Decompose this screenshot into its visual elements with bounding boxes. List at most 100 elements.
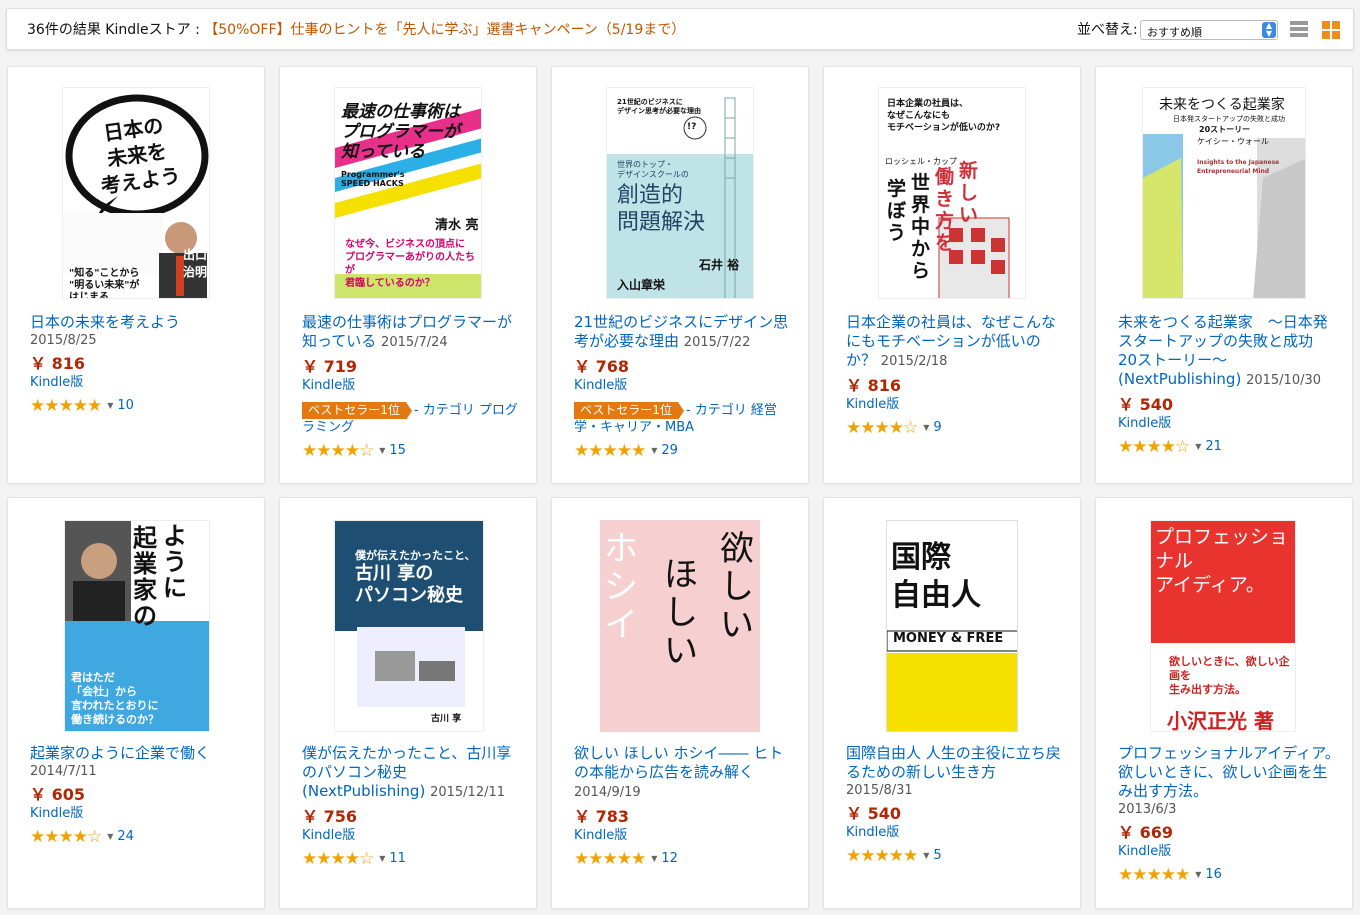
results-summary: 36件の結果 Kindleストア : 【50%OFF】仕事のヒントを「先人に学ぶ… [27,19,685,39]
chevron-down-icon[interactable]: ▼ [107,397,113,415]
publish-date: 2015/8/31 [846,783,913,798]
bestseller-badge[interactable]: ベストセラー1位 [302,402,412,420]
list-view-icon[interactable] [1290,21,1308,39]
review-count[interactable]: 29 [661,442,678,460]
review-count[interactable]: 15 [389,442,406,460]
price[interactable]: ￥ 816 [846,376,1070,396]
separator: : [195,22,200,38]
review-count[interactable]: 21 [1205,438,1222,456]
campaign-title[interactable]: 【50%OFF】仕事のヒントを「先人に学ぶ」選書キャンペーン（5/19まで） [204,22,685,38]
review-count[interactable]: 5 [933,847,941,865]
chevron-down-icon[interactable]: ▼ [379,442,385,460]
star-rating-icon[interactable]: ★★★★★ [846,847,918,865]
format-link[interactable]: Kindle版 [30,374,254,391]
chevron-down-icon[interactable]: ▼ [379,850,385,868]
star-rating-icon[interactable]: ★★★★☆ [846,419,918,437]
chevron-down-icon[interactable]: ▼ [1195,438,1201,456]
bestseller-badge[interactable]: ベストセラー1位 [574,402,684,420]
review-count[interactable]: 16 [1205,866,1222,884]
book-card[interactable]: 21世紀のビジネスに デザイン思考が必要な理由 !? 世界のトップ・ デザインスクー… [551,66,809,484]
publish-date: 2015/7/22 [683,335,751,350]
book-card[interactable]: 起業家の ように 君はただ 「会社」から 言われたとおりに 働き続けるのか？ 起業家の… [7,497,265,909]
star-rating-icon[interactable]: ★★★★☆ [302,442,374,460]
book-card[interactable]: 日本企業の社員は、 なぜこんなにも モチベーションが低いのか? ロッシェル・カップ … [823,66,1081,484]
review-count[interactable]: 24 [117,828,134,846]
publish-date: 2014/9/19 [574,785,641,800]
publish-date: 2015/2/18 [880,354,948,369]
publish-date: 2014/7/11 [30,764,97,779]
book-cover[interactable]: 21世紀のビジネスに デザイン思考が必要な理由 !? 世界のトップ・ デザインスクー… [606,87,754,299]
sort-value: おすすめ順 [1147,26,1202,39]
format-link[interactable]: Kindle版 [1118,415,1342,432]
price[interactable]: ￥ 768 [574,357,798,377]
price[interactable]: ￥ 719 [302,357,526,377]
book-card[interactable]: プロフェッショナル アイディア。 欲しいときに、欲しい企画を 生み出す方法。 小沢正… [1095,497,1353,909]
star-rating-icon[interactable]: ★★★★★ [574,442,646,460]
review-count[interactable]: 11 [389,850,406,868]
book-cover[interactable]: 日本の 未来を 考えよう 出口 治明 "知る"ことから "明るい未来"が はじまる [62,87,210,299]
book-title[interactable]: 日本の未来を考えよう [30,313,180,331]
book-cover[interactable]: 欲しい ほしい ホシイ [600,520,760,732]
book-title[interactable]: 起業家のように企業で働く [30,744,210,762]
format-link[interactable]: Kindle版 [1118,843,1342,860]
review-count[interactable]: 9 [933,419,941,437]
publish-date: 2015/10/30 [1246,373,1322,388]
chevron-down-icon[interactable]: ▼ [1195,866,1201,884]
book-cover[interactable]: 最速の仕事術は プログラマーが 知っている Programmer's SPEED HA… [334,87,482,299]
format-link[interactable]: Kindle版 [846,824,1070,841]
book-cover[interactable]: 国際 自由人 MONEY & FREE [886,520,1018,732]
grid-view-icon[interactable] [1322,21,1340,39]
star-rating-icon[interactable]: ★★★★★ [1118,866,1190,884]
star-rating-icon[interactable]: ★★★★☆ [1118,438,1190,456]
book-card[interactable]: 欲しい ほしい ホシイ 欲しい ほしい ホシイ―― ヒトの本能から広告を読み解く… [551,497,809,909]
book-cover[interactable]: 未来をつくる起業家 日本発スタートアップの失敗と成功 20ストーリー ケイシー・… [1142,87,1306,299]
format-link[interactable]: Kindle版 [302,377,526,394]
book-title[interactable]: 日本企業の社員は、なぜこんなにもモチベーションが低いのか？ [846,313,1056,369]
book-title[interactable]: プロフェッショナルアイディア。 欲しいときに、欲しい企画を生み出す方法。 [1118,744,1347,800]
price[interactable]: ￥ 669 [1118,823,1342,843]
star-rating-icon[interactable]: ★★★★★ [30,397,102,415]
book-card[interactable]: 未来をつくる起業家 日本発スタートアップの失敗と成功 20ストーリー ケイシー・… [1095,66,1353,484]
format-link[interactable]: Kindle版 [846,396,1070,413]
price[interactable]: ￥ 605 [30,785,254,805]
price[interactable]: ￥ 540 [846,804,1070,824]
chevron-down-icon[interactable]: ▼ [107,828,113,846]
publish-date: 2015/7/24 [381,335,448,350]
review-count[interactable]: 12 [661,850,678,868]
book-card[interactable]: 最速の仕事術は プログラマーが 知っている Programmer's SPEED HA… [279,66,537,484]
star-rating-icon[interactable]: ★★★★★ [574,850,646,868]
chevron-down-icon[interactable]: ▼ [651,442,657,460]
price[interactable]: ￥ 816 [30,354,254,374]
publish-date: 2015/12/11 [430,785,506,800]
result-count: 36件の結果 [27,22,101,38]
publish-date: 2013/6/3 [1118,802,1177,817]
format-link[interactable]: Kindle版 [574,377,798,394]
format-link[interactable]: Kindle版 [30,805,254,822]
chevron-down-icon[interactable]: ▼ [923,419,929,437]
price[interactable]: ￥ 783 [574,807,798,827]
book-cover[interactable]: 起業家の ように 君はただ 「会社」から 言われたとおりに 働き続けるのか？ [64,520,210,732]
book-title[interactable]: 国際自由人 人生の主役に立ち戻るための新しい生き方 [846,744,1061,781]
star-rating-icon[interactable]: ★★★★☆ [302,850,374,868]
format-link[interactable]: Kindle版 [574,827,798,844]
book-cover[interactable]: 日本企業の社員は、 なぜこんなにも モチベーションが低いのか? ロッシェル・カップ … [878,87,1026,299]
book-card[interactable]: 僕が伝えたかったこと、 古川 享の パソコン秘史 古川 享 僕が伝えたかったこと、… [279,497,537,909]
review-count[interactable]: 10 [117,397,134,415]
results-bar: 36件の結果 Kindleストア : 【50%OFF】仕事のヒントを「先人に学ぶ… [6,8,1354,50]
select-arrows-icon: ▲ ▼ [1262,22,1276,38]
book-title[interactable]: 21世紀のビジネスにデザイン思考が必要な理由 [574,313,788,350]
book-card[interactable]: 日本の 未来を 考えよう 出口 治明 "知る"ことから "明るい未来"が はじまる 日本の… [7,66,265,484]
book-title[interactable]: 欲しい ほしい ホシイ―― ヒトの本能から広告を読み解く [574,744,783,781]
chevron-down-icon[interactable]: ▼ [651,850,657,868]
sort-dropdown[interactable]: おすすめ順 ▲ ▼ [1140,20,1278,40]
chevron-down-icon[interactable]: ▼ [923,847,929,865]
format-link[interactable]: Kindle版 [302,827,526,844]
book-card[interactable]: 国際 自由人 MONEY & FREE 国際自由人 人生の主役に立ち戻るための新し… [823,497,1081,909]
sort-label: 並べ替え: [1077,22,1138,38]
book-cover[interactable]: プロフェッショナル アイディア。 欲しいときに、欲しい企画を 生み出す方法。 小沢正… [1150,520,1296,732]
book-cover[interactable]: 僕が伝えたかったこと、 古川 享の パソコン秘史 古川 享 [334,520,484,732]
price[interactable]: ￥ 540 [1118,395,1342,415]
price[interactable]: ￥ 756 [302,807,526,827]
star-rating-icon[interactable]: ★★★★☆ [30,828,102,846]
publish-date: 2015/8/25 [30,333,97,348]
